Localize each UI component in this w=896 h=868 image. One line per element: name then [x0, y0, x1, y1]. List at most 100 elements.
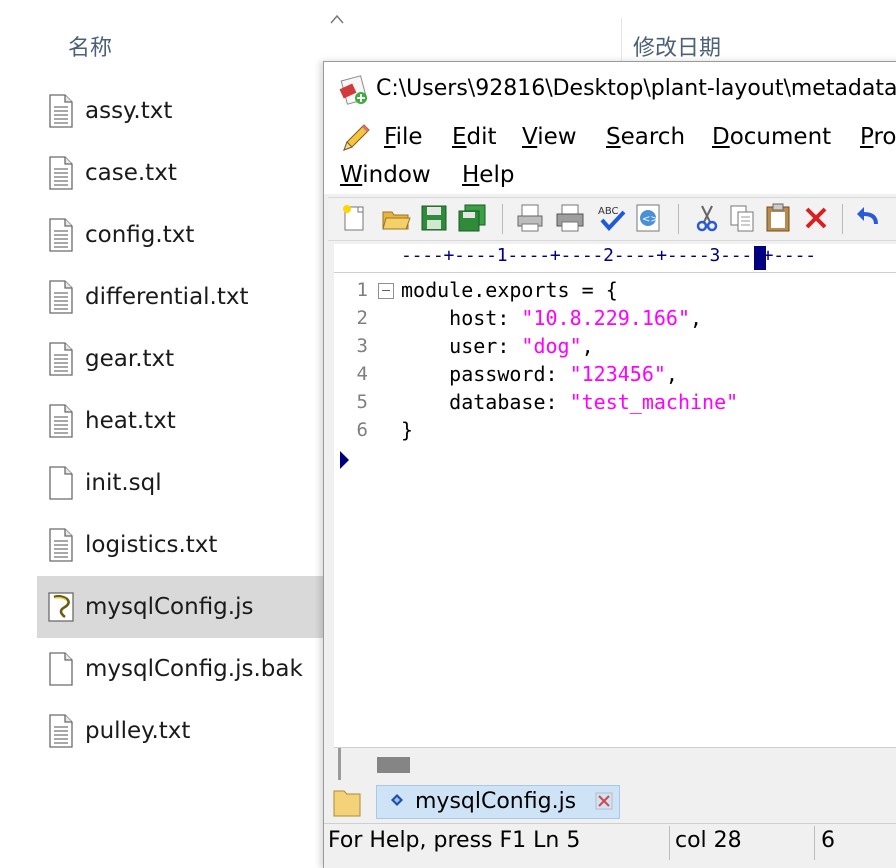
- code-line: database: "test_machine": [401, 390, 738, 414]
- line-number: 3: [356, 335, 368, 357]
- menu-document[interactable]: Document: [712, 124, 831, 150]
- splitter-grip[interactable]: [338, 748, 341, 780]
- open-folder-icon[interactable]: [380, 202, 412, 234]
- code-line: }: [401, 418, 413, 442]
- code-line: user: "dog",: [401, 334, 594, 358]
- string-literal: "test_machine": [569, 390, 739, 414]
- code-token: ,: [581, 334, 594, 358]
- toolbar-separator: [842, 204, 843, 234]
- line-number: 4: [356, 363, 368, 385]
- status-line: Ln 5: [533, 828, 581, 853]
- file-name: pulley.txt: [85, 718, 191, 744]
- text-file-icon: [47, 527, 75, 563]
- editor-window: C:\Users\92816\Desktop\plant-layout\meta…: [323, 61, 896, 868]
- menu-help[interactable]: Help: [462, 162, 514, 188]
- line-number-gutter: 1 2 3 4 5 6: [334, 273, 374, 747]
- code-token: module.exports = {: [401, 278, 618, 302]
- menu-window-label-rest: indow: [362, 162, 431, 188]
- code-line: module.exports = {: [401, 278, 618, 302]
- file-name: gear.txt: [85, 346, 175, 372]
- blank-file-icon: [47, 651, 75, 687]
- text-file-icon: [47, 217, 75, 253]
- status-column: col 28: [675, 828, 742, 853]
- page-setup-icon[interactable]: [514, 202, 546, 234]
- file-row[interactable]: gear.txt: [37, 328, 325, 390]
- code-token: host:: [401, 306, 522, 330]
- close-tab-icon[interactable]: [595, 792, 613, 810]
- blank-file-icon: [47, 465, 75, 501]
- notepad-app-icon: [339, 75, 368, 105]
- save-icon[interactable]: [418, 202, 450, 234]
- print-icon[interactable]: [554, 202, 586, 234]
- menu-project-label-rest: ro: [873, 124, 896, 150]
- code-line: host: "10.8.229.166",: [401, 306, 702, 330]
- cut-icon[interactable]: [690, 202, 722, 234]
- file-row[interactable]: config.txt: [37, 204, 325, 266]
- script-file-icon: [47, 589, 75, 625]
- menu-search[interactable]: Search: [606, 124, 685, 150]
- toolbar-separator: [678, 204, 679, 234]
- delete-icon[interactable]: [800, 202, 832, 234]
- string-literal: "dog": [521, 334, 582, 358]
- file-name: mysqlConfig.js: [85, 594, 254, 620]
- sort-ascending-icon[interactable]: [330, 14, 344, 24]
- menu-view-label-rest: iew: [537, 124, 577, 150]
- text-file-icon: [47, 279, 75, 315]
- tab-label: mysqlConfig.js: [415, 789, 577, 814]
- svg-text:ABC: ABC: [598, 206, 619, 217]
- fold-collapse-icon[interactable]: [378, 283, 394, 299]
- undo-icon[interactable]: [854, 202, 886, 234]
- horizontal-scrollbar[interactable]: [334, 747, 896, 782]
- new-file-icon[interactable]: [338, 202, 370, 234]
- menu-project[interactable]: Pro: [860, 124, 896, 150]
- menu-file[interactable]: File: [384, 124, 423, 150]
- file-row[interactable]: case.txt: [37, 142, 325, 204]
- tab-mysqlconfig[interactable]: mysqlConfig.js: [376, 785, 620, 819]
- window-title: C:\Users\92816\Desktop\plant-layout\meta…: [376, 76, 896, 101]
- menu-window[interactable]: Window: [340, 162, 431, 188]
- file-name: mysqlConfig.js.bak: [85, 656, 303, 682]
- text-file-icon: [47, 155, 75, 191]
- file-type-diamond-icon: [391, 794, 403, 806]
- menu-bar: File Edit View Search Document Pro Windo…: [324, 118, 896, 194]
- menu-help-label-rest: elp: [479, 162, 515, 188]
- status-help-text: For Help, press F1 Ln 5: [328, 828, 580, 853]
- menu-view[interactable]: View: [522, 124, 577, 150]
- column-header-name[interactable]: 名称: [68, 30, 112, 62]
- tab-bar: mysqlConfig.js: [324, 782, 896, 822]
- text-file-icon: [47, 93, 75, 129]
- file-row[interactable]: init.sql: [37, 452, 325, 514]
- file-row[interactable]: pulley.txt: [37, 700, 325, 762]
- column-ruler: ----+----1----+----2----+----3----+----: [334, 244, 896, 273]
- file-row[interactable]: mysqlConfig.js: [37, 576, 325, 638]
- title-bar[interactable]: C:\Users\92816\Desktop\plant-layout\meta…: [324, 62, 896, 118]
- text-file-icon: [47, 341, 75, 377]
- spell-check-icon[interactable]: ABC: [596, 202, 628, 234]
- code-editor[interactable]: 1 2 3 4 5 6 module.exports = { host: "10.8.22…: [334, 273, 896, 747]
- line-number: 2: [356, 307, 368, 329]
- status-separator: [814, 826, 815, 860]
- file-name: differential.txt: [85, 284, 249, 310]
- menu-edit[interactable]: Edit: [452, 124, 497, 150]
- string-literal: "123456": [569, 362, 666, 386]
- folder-icon[interactable]: [332, 786, 362, 818]
- file-row[interactable]: mysqlConfig.js.bak: [37, 638, 325, 700]
- column-header-date-modified[interactable]: 修改日期: [633, 30, 721, 62]
- scrollbar-thumb[interactable]: [377, 757, 410, 773]
- paste-icon[interactable]: [762, 202, 794, 234]
- save-all-icon[interactable]: [456, 202, 488, 234]
- file-row[interactable]: heat.txt: [37, 390, 325, 452]
- html-tag-icon[interactable]: <>: [632, 202, 664, 234]
- code-token: database:: [401, 390, 570, 414]
- code-token: ,: [665, 362, 678, 386]
- status-bar: For Help, press F1 Ln 5 col 28 6: [324, 823, 896, 862]
- file-row[interactable]: assy.txt: [37, 80, 325, 142]
- pencil-icon: [343, 124, 370, 151]
- file-name: case.txt: [85, 160, 177, 186]
- file-row[interactable]: logistics.txt: [37, 514, 325, 576]
- copy-icon[interactable]: [726, 202, 758, 234]
- status-help-label: For Help, press F1: [328, 828, 527, 853]
- file-row[interactable]: differential.txt: [37, 266, 325, 328]
- file-list: assy.txt case.txt config.txt differential.t…: [37, 80, 325, 762]
- status-separator: [669, 826, 670, 860]
